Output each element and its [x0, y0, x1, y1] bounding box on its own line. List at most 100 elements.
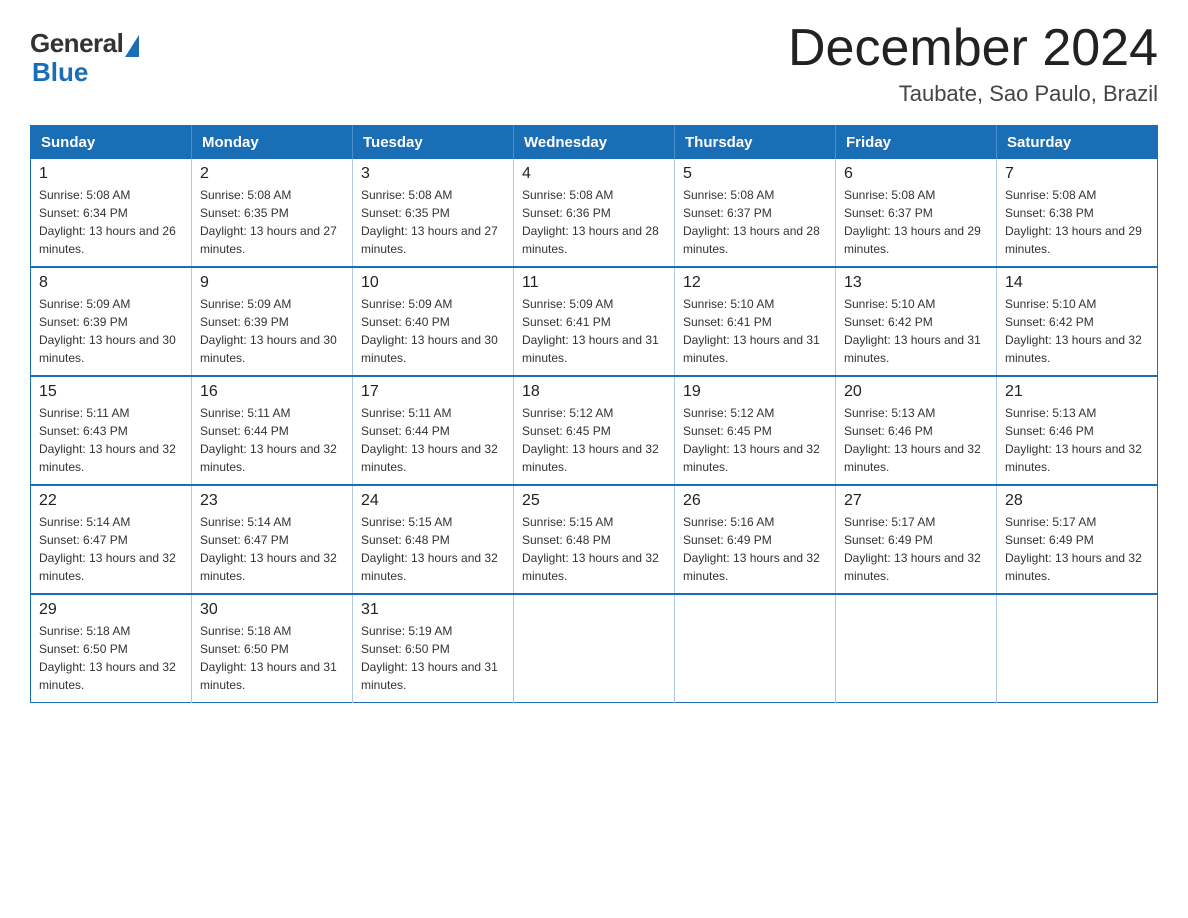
calendar-title: December 2024 [788, 20, 1158, 77]
day-number: 9 [200, 274, 344, 292]
table-row: 6 Sunrise: 5:08 AMSunset: 6:37 PMDayligh… [836, 159, 997, 267]
day-number: 5 [683, 165, 827, 183]
table-row: 7 Sunrise: 5:08 AMSunset: 6:38 PMDayligh… [997, 159, 1158, 267]
calendar-week-row: 29 Sunrise: 5:18 AMSunset: 6:50 PMDaylig… [31, 594, 1158, 703]
table-row: 24 Sunrise: 5:15 AMSunset: 6:48 PMDaylig… [353, 485, 514, 594]
table-row: 11 Sunrise: 5:09 AMSunset: 6:41 PMDaylig… [514, 267, 675, 376]
day-info: Sunrise: 5:17 AMSunset: 6:49 PMDaylight:… [1005, 513, 1149, 585]
calendar-week-row: 1 Sunrise: 5:08 AMSunset: 6:34 PMDayligh… [31, 159, 1158, 267]
day-number: 1 [39, 165, 183, 183]
table-row: 9 Sunrise: 5:09 AMSunset: 6:39 PMDayligh… [192, 267, 353, 376]
table-row: 23 Sunrise: 5:14 AMSunset: 6:47 PMDaylig… [192, 485, 353, 594]
calendar-week-row: 22 Sunrise: 5:14 AMSunset: 6:47 PMDaylig… [31, 485, 1158, 594]
day-number: 25 [522, 492, 666, 510]
day-info: Sunrise: 5:11 AMSunset: 6:44 PMDaylight:… [361, 404, 505, 476]
day-info: Sunrise: 5:12 AMSunset: 6:45 PMDaylight:… [683, 404, 827, 476]
day-info: Sunrise: 5:09 AMSunset: 6:39 PMDaylight:… [39, 295, 183, 367]
col-saturday: Saturday [997, 126, 1158, 160]
day-number: 19 [683, 383, 827, 401]
day-info: Sunrise: 5:08 AMSunset: 6:34 PMDaylight:… [39, 186, 183, 258]
day-number: 17 [361, 383, 505, 401]
day-number: 15 [39, 383, 183, 401]
day-info: Sunrise: 5:09 AMSunset: 6:39 PMDaylight:… [200, 295, 344, 367]
day-info: Sunrise: 5:16 AMSunset: 6:49 PMDaylight:… [683, 513, 827, 585]
table-row: 28 Sunrise: 5:17 AMSunset: 6:49 PMDaylig… [997, 485, 1158, 594]
day-info: Sunrise: 5:15 AMSunset: 6:48 PMDaylight:… [361, 513, 505, 585]
logo-general-text: General [30, 28, 123, 59]
day-info: Sunrise: 5:17 AMSunset: 6:49 PMDaylight:… [844, 513, 988, 585]
day-number: 3 [361, 165, 505, 183]
day-info: Sunrise: 5:08 AMSunset: 6:37 PMDaylight:… [844, 186, 988, 258]
day-number: 12 [683, 274, 827, 292]
day-number: 4 [522, 165, 666, 183]
col-friday: Friday [836, 126, 997, 160]
col-sunday: Sunday [31, 126, 192, 160]
table-row: 3 Sunrise: 5:08 AMSunset: 6:35 PMDayligh… [353, 159, 514, 267]
table-row: 27 Sunrise: 5:17 AMSunset: 6:49 PMDaylig… [836, 485, 997, 594]
table-row: 26 Sunrise: 5:16 AMSunset: 6:49 PMDaylig… [675, 485, 836, 594]
calendar-subtitle: Taubate, Sao Paulo, Brazil [788, 81, 1158, 107]
day-info: Sunrise: 5:14 AMSunset: 6:47 PMDaylight:… [200, 513, 344, 585]
table-row: 22 Sunrise: 5:14 AMSunset: 6:47 PMDaylig… [31, 485, 192, 594]
table-row: 13 Sunrise: 5:10 AMSunset: 6:42 PMDaylig… [836, 267, 997, 376]
day-number: 10 [361, 274, 505, 292]
table-row [997, 594, 1158, 703]
col-thursday: Thursday [675, 126, 836, 160]
day-number: 30 [200, 601, 344, 619]
table-row [836, 594, 997, 703]
day-number: 7 [1005, 165, 1149, 183]
day-number: 20 [844, 383, 988, 401]
logo-blue-text: Blue [32, 57, 88, 88]
title-block: December 2024 Taubate, Sao Paulo, Brazil [788, 20, 1158, 107]
day-info: Sunrise: 5:10 AMSunset: 6:42 PMDaylight:… [844, 295, 988, 367]
day-info: Sunrise: 5:12 AMSunset: 6:45 PMDaylight:… [522, 404, 666, 476]
table-row: 1 Sunrise: 5:08 AMSunset: 6:34 PMDayligh… [31, 159, 192, 267]
col-wednesday: Wednesday [514, 126, 675, 160]
day-number: 22 [39, 492, 183, 510]
day-info: Sunrise: 5:15 AMSunset: 6:48 PMDaylight:… [522, 513, 666, 585]
calendar-week-row: 8 Sunrise: 5:09 AMSunset: 6:39 PMDayligh… [31, 267, 1158, 376]
day-info: Sunrise: 5:18 AMSunset: 6:50 PMDaylight:… [39, 622, 183, 694]
day-number: 18 [522, 383, 666, 401]
day-info: Sunrise: 5:10 AMSunset: 6:42 PMDaylight:… [1005, 295, 1149, 367]
table-row: 19 Sunrise: 5:12 AMSunset: 6:45 PMDaylig… [675, 376, 836, 485]
day-number: 2 [200, 165, 344, 183]
table-row: 8 Sunrise: 5:09 AMSunset: 6:39 PMDayligh… [31, 267, 192, 376]
table-row: 12 Sunrise: 5:10 AMSunset: 6:41 PMDaylig… [675, 267, 836, 376]
logo: General Blue [30, 28, 139, 88]
day-info: Sunrise: 5:10 AMSunset: 6:41 PMDaylight:… [683, 295, 827, 367]
calendar-header-row: Sunday Monday Tuesday Wednesday Thursday… [31, 126, 1158, 160]
day-info: Sunrise: 5:18 AMSunset: 6:50 PMDaylight:… [200, 622, 344, 694]
table-row: 15 Sunrise: 5:11 AMSunset: 6:43 PMDaylig… [31, 376, 192, 485]
day-number: 8 [39, 274, 183, 292]
day-info: Sunrise: 5:08 AMSunset: 6:35 PMDaylight:… [361, 186, 505, 258]
day-number: 6 [844, 165, 988, 183]
day-number: 13 [844, 274, 988, 292]
calendar-week-row: 15 Sunrise: 5:11 AMSunset: 6:43 PMDaylig… [31, 376, 1158, 485]
table-row: 5 Sunrise: 5:08 AMSunset: 6:37 PMDayligh… [675, 159, 836, 267]
day-info: Sunrise: 5:11 AMSunset: 6:43 PMDaylight:… [39, 404, 183, 476]
day-number: 24 [361, 492, 505, 510]
table-row [675, 594, 836, 703]
col-monday: Monday [192, 126, 353, 160]
day-info: Sunrise: 5:08 AMSunset: 6:38 PMDaylight:… [1005, 186, 1149, 258]
table-row: 30 Sunrise: 5:18 AMSunset: 6:50 PMDaylig… [192, 594, 353, 703]
table-row: 25 Sunrise: 5:15 AMSunset: 6:48 PMDaylig… [514, 485, 675, 594]
day-info: Sunrise: 5:09 AMSunset: 6:40 PMDaylight:… [361, 295, 505, 367]
day-number: 31 [361, 601, 505, 619]
day-number: 29 [39, 601, 183, 619]
page-header: General Blue December 2024 Taubate, Sao … [30, 20, 1158, 107]
day-info: Sunrise: 5:09 AMSunset: 6:41 PMDaylight:… [522, 295, 666, 367]
logo-arrow-icon [125, 35, 139, 57]
day-info: Sunrise: 5:13 AMSunset: 6:46 PMDaylight:… [1005, 404, 1149, 476]
table-row: 31 Sunrise: 5:19 AMSunset: 6:50 PMDaylig… [353, 594, 514, 703]
day-info: Sunrise: 5:13 AMSunset: 6:46 PMDaylight:… [844, 404, 988, 476]
day-info: Sunrise: 5:08 AMSunset: 6:35 PMDaylight:… [200, 186, 344, 258]
table-row: 16 Sunrise: 5:11 AMSunset: 6:44 PMDaylig… [192, 376, 353, 485]
day-info: Sunrise: 5:11 AMSunset: 6:44 PMDaylight:… [200, 404, 344, 476]
day-number: 16 [200, 383, 344, 401]
day-number: 28 [1005, 492, 1149, 510]
day-info: Sunrise: 5:14 AMSunset: 6:47 PMDaylight:… [39, 513, 183, 585]
table-row: 29 Sunrise: 5:18 AMSunset: 6:50 PMDaylig… [31, 594, 192, 703]
day-number: 23 [200, 492, 344, 510]
